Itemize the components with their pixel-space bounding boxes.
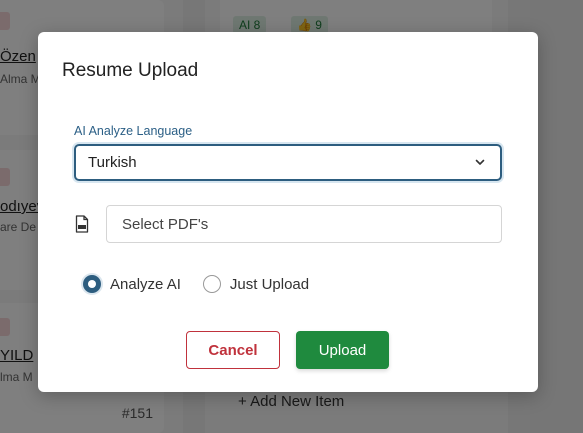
upload-mode-radio-group: Analyze AI Just Upload bbox=[83, 275, 331, 293]
radio-label: Just Upload bbox=[229, 275, 310, 293]
resume-upload-modal: Resume Upload AI Analyze Language Turkis… bbox=[38, 32, 538, 392]
radio-label: Analyze AI bbox=[110, 275, 181, 293]
upload-button[interactable]: Upload bbox=[296, 331, 389, 369]
radio-analyze-ai[interactable]: Analyze AI bbox=[83, 275, 181, 293]
radio-unchecked-indicator[interactable] bbox=[202, 275, 221, 293]
radio-just-upload[interactable]: Just Upload bbox=[202, 275, 310, 293]
cancel-button[interactable]: Cancel bbox=[186, 331, 280, 369]
pdf-file-input[interactable]: Select PDF's bbox=[106, 205, 502, 243]
file-input-placeholder: Select PDF's bbox=[122, 215, 209, 233]
chevron-down-icon bbox=[475, 159, 485, 165]
language-label: AI Analyze Language bbox=[74, 124, 193, 138]
language-select[interactable]: Turkish bbox=[74, 144, 502, 181]
pdf-file-icon bbox=[75, 215, 89, 233]
radio-checked-indicator[interactable] bbox=[83, 275, 101, 293]
modal-title: Resume Upload bbox=[62, 60, 199, 81]
language-select-value: Turkish bbox=[88, 154, 137, 171]
